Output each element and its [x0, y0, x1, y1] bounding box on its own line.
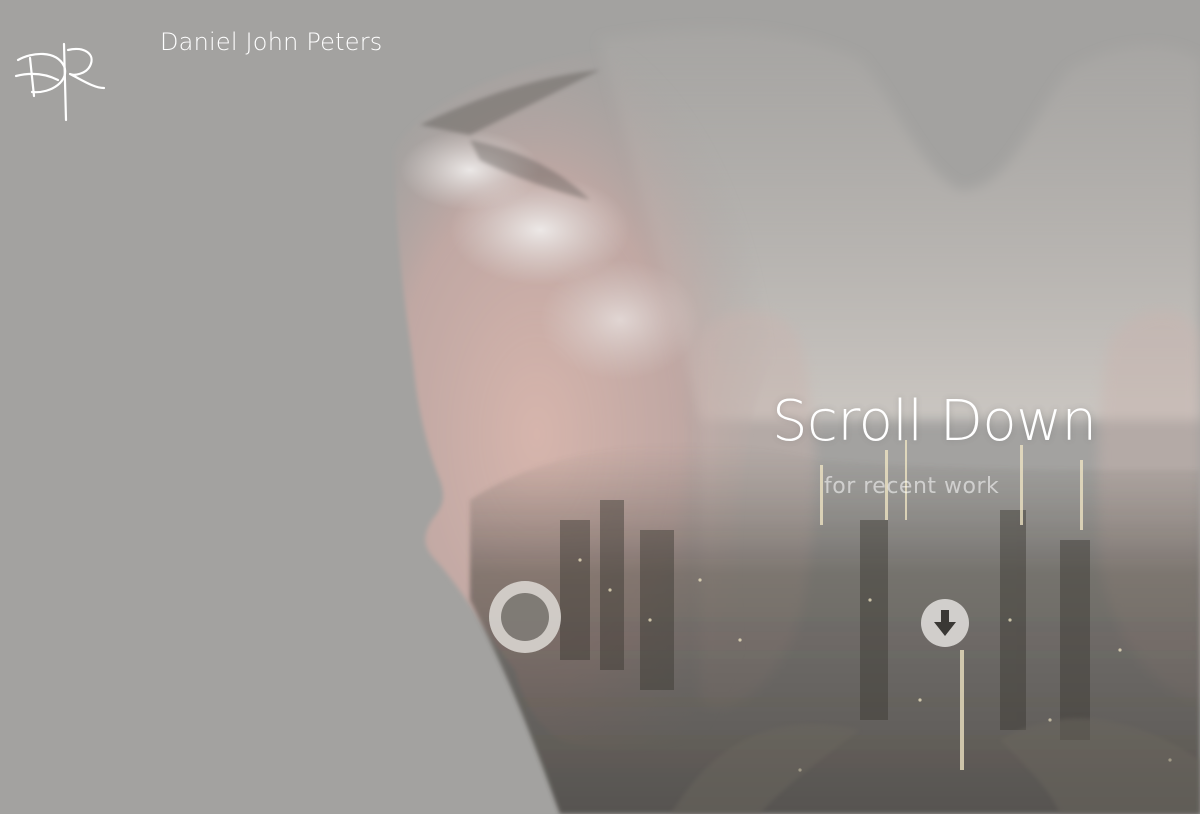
scroll-down-button[interactable]: [921, 599, 969, 647]
scroll-down-heading: Scroll Down: [772, 389, 1097, 454]
page: Daniel John Peters Scroll Down for recen…: [0, 0, 1200, 814]
site-title[interactable]: Daniel John Peters: [160, 28, 382, 56]
site-logo[interactable]: [12, 36, 112, 126]
scroll-down-subheading: for recent work: [824, 474, 1000, 499]
arrow-down-circle-icon: [934, 610, 956, 636]
